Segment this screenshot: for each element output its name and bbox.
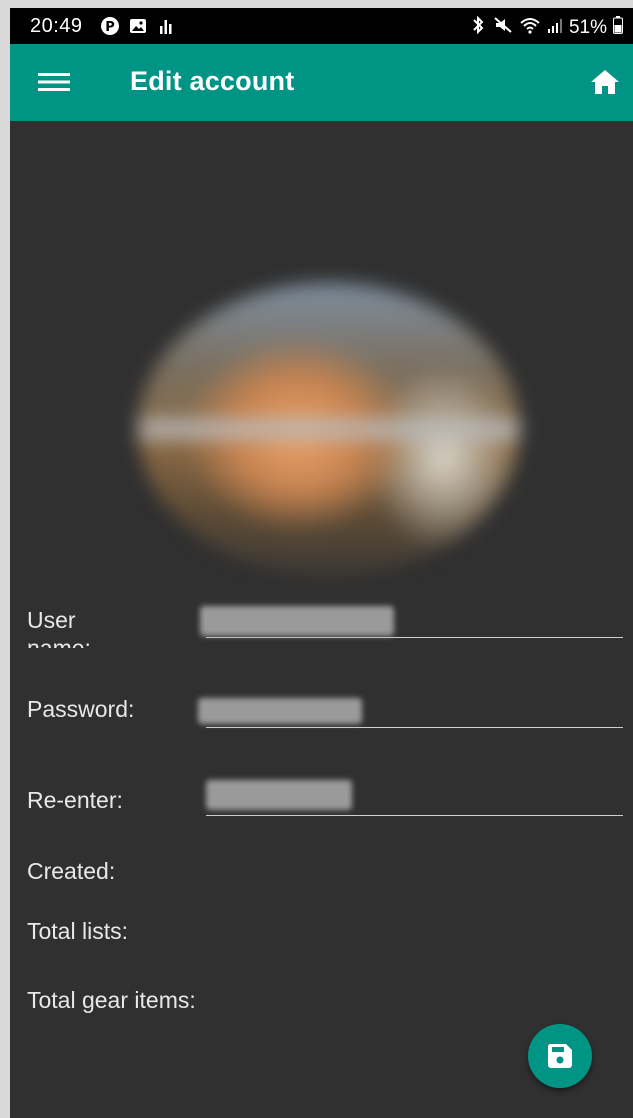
password-label: Password: (27, 696, 135, 722)
avatar[interactable] (138, 283, 520, 575)
save-icon (547, 1044, 572, 1068)
status-notification-icons: P (100, 16, 176, 36)
user-name-label: User name: (27, 607, 91, 648)
reenter-label: Re-enter: (27, 787, 123, 813)
battery-percent: 51% (568, 17, 607, 38)
pinterest-icon: P (100, 16, 120, 36)
svg-text:P: P (105, 20, 115, 35)
home-icon (591, 70, 619, 94)
status-system-icons: 51% (469, 15, 623, 41)
status-time: 20:49 (30, 15, 83, 37)
phone-screen: 20:49 P 51% Edit account User name: Pass… (10, 8, 633, 1118)
password-field[interactable] (206, 691, 623, 728)
save-button[interactable] (528, 1024, 592, 1088)
created-label: Created: (27, 858, 116, 884)
menu-icon (38, 73, 70, 91)
avatar-overlay-band (138, 418, 520, 440)
menu-button[interactable] (32, 64, 76, 100)
image-icon (128, 16, 148, 36)
page-title: Edit account (130, 66, 295, 96)
bluetooth-icon (469, 15, 487, 41)
wifi-icon (519, 15, 541, 41)
status-bar: 20:49 P 51% (10, 8, 633, 44)
reenter-password-field[interactable] (206, 779, 623, 816)
user-name-field[interactable] (206, 601, 623, 638)
mute-icon (493, 15, 513, 41)
total-gear-items-label: Total gear items: (27, 987, 196, 1013)
total-lists-label: Total lists: (27, 918, 128, 944)
app-bar: Edit account (10, 44, 633, 121)
cell-signal-icon (547, 15, 563, 41)
home-button[interactable] (585, 64, 625, 100)
signal-bars-icon (156, 16, 176, 36)
battery-icon (613, 16, 623, 40)
